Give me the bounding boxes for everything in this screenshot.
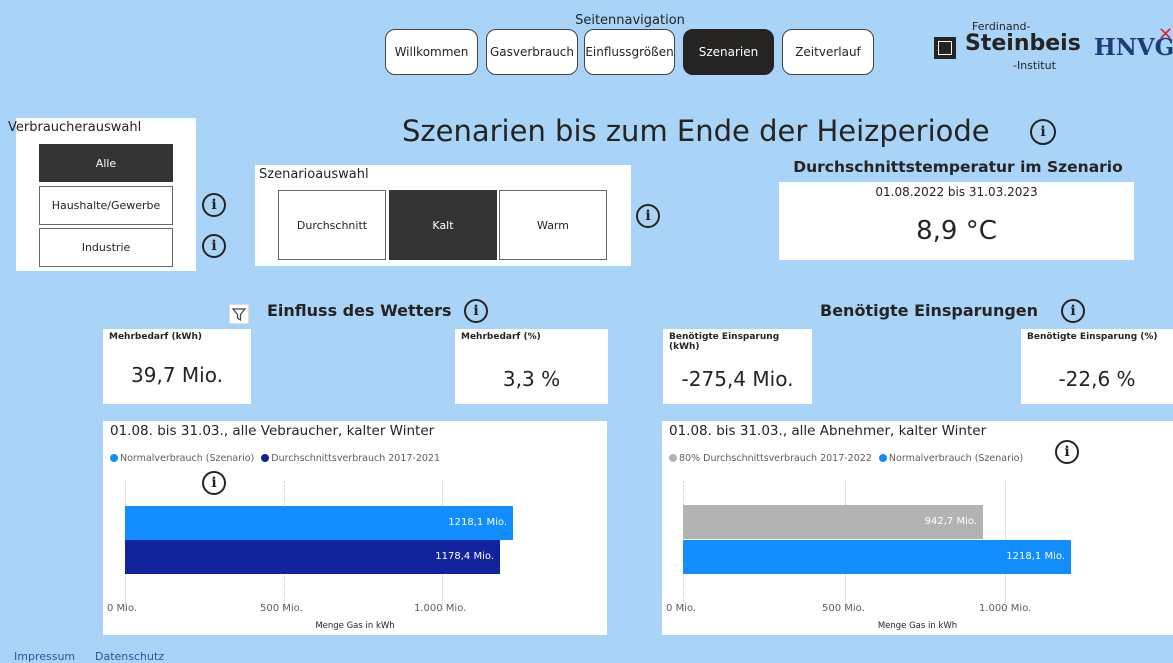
x-axis-title: Menge Gas in kWh <box>877 621 958 631</box>
info-icon[interactable]: i <box>202 193 226 217</box>
nav-button-gasverbrauch[interactable]: Gasverbrauch <box>486 29 578 75</box>
legend-item[interactable]: 80% Durchschnittsverbrauch 2017-2022 <box>669 453 872 464</box>
legend-label: Durchschnittsverbrauch 2017-2021 <box>271 453 441 464</box>
info-icon[interactable]: i <box>202 234 226 258</box>
kpi-label: Mehrbedarf (kWh) <box>109 332 203 342</box>
info-icon[interactable]: i <box>202 471 226 495</box>
page-title: Szenarien bis zum Ende der Heizperiode <box>402 114 990 148</box>
info-icon[interactable]: i <box>1055 440 1079 464</box>
legend-dot <box>261 453 270 462</box>
verbraucher-option-industrie[interactable]: Industrie <box>39 228 173 267</box>
kpi-einsparung-pct: Benötigte Einsparung (%) -22,6 % <box>1021 329 1173 404</box>
data-label: 1218,1 Mio. <box>448 517 507 528</box>
kpi-mehrbedarf-pct: Mehrbedarf (%) 3,3 % <box>455 329 608 404</box>
legend-dot <box>669 453 677 462</box>
nav-button-einflussgroessen[interactable]: Einflussgrößen <box>584 29 675 75</box>
legend-label: 80% Durchschnittsverbrauch 2017-2022 <box>679 453 872 464</box>
temperature-card: 01.08.2022 bis 31.03.2023 8,9 °C <box>779 182 1134 260</box>
info-icon[interactable]: i <box>1030 119 1056 145</box>
nav-button-willkommen[interactable]: Willkommen <box>385 29 478 75</box>
kpi-value: 39,7 Mio. <box>131 363 223 387</box>
kpi-mehrbedarf-kwh: Mehrbedarf (kWh) 39,7 Mio. <box>103 329 251 404</box>
verbraucher-option-haushalte[interactable]: Haushalte/Gewerbe <box>39 186 173 225</box>
szenario-title: Szenarioauswahl <box>259 167 369 182</box>
verbraucher-option-alle[interactable]: Alle <box>39 144 173 182</box>
kpi-value: 3,3 % <box>502 367 561 391</box>
chart-legend: 80% Durchschnittsverbrauch 2017-2022 Nor… <box>669 453 1023 464</box>
bar-80pct-durchschnitt[interactable]: 942,7 Mio. <box>683 505 983 539</box>
bar-durchschnittsverbrauch[interactable]: 1178,4 Mio. <box>125 540 500 574</box>
kpi-label: Benötigte Einsparung (kWh) <box>669 332 780 352</box>
szenario-option-durchschnitt[interactable]: Durchschnitt <box>278 190 386 260</box>
info-icon[interactable]: i <box>636 204 660 228</box>
data-label: 1178,4 Mio. <box>435 551 494 562</box>
x-tick-label: 0 Mio. <box>666 603 697 614</box>
legend-item[interactable]: Normalverbrauch (Szenario) <box>878 453 1024 464</box>
nav-button-szenarien[interactable]: Szenarien <box>683 29 774 75</box>
chart-title: 01.08. bis 31.03., alle Abnehmer, kalter… <box>669 423 987 439</box>
legend-label: Normalverbrauch (Szenario) <box>120 453 255 464</box>
nav-button-zeitverlauf[interactable]: Zeitverlauf <box>782 29 874 75</box>
impressum-link[interactable]: Impressum <box>14 650 75 663</box>
temperature-range: 01.08.2022 bis 31.03.2023 <box>875 185 1038 199</box>
chart-legend: Normalverbrauch (Szenario) Durchschnitts… <box>110 453 440 464</box>
info-icon[interactable]: i <box>464 299 488 323</box>
x-tick-label: 1.000 Mio. <box>979 603 1032 614</box>
szenario-option-warm[interactable]: Warm <box>499 190 607 260</box>
legend-label: Normalverbrauch (Szenario) <box>888 453 1024 464</box>
steinbeis-logo: Ferdinand- Steinbeis -Institut <box>932 18 1082 78</box>
x-tick-label: 1.000 Mio. <box>414 603 467 614</box>
temperature-title: Durchschnittstemperatur im Szenario <box>793 158 1123 176</box>
wetter-title: Einfluss des Wetters <box>267 301 452 320</box>
kpi-label: Benötigte Einsparung (%) <box>1027 332 1158 342</box>
verbraucher-title: Verbraucherauswahl <box>8 120 142 135</box>
datenschutz-link[interactable]: Datenschutz <box>95 650 164 663</box>
kpi-einsparung-kwh: Benötigte Einsparung (kWh) -275,4 Mio. <box>663 329 812 404</box>
nav-title: Seitennavigation <box>575 13 685 28</box>
x-tick-label: 500 Mio. <box>822 603 865 614</box>
data-label: 1218,1 Mio. <box>1006 551 1065 562</box>
info-icon[interactable]: i <box>1061 299 1085 323</box>
bar-normalverbrauch[interactable]: 1218,1 Mio. <box>683 540 1071 574</box>
hnvg-mark-icon: ✕ <box>1158 24 1173 45</box>
chart-wetter: 01.08. bis 31.03., alle Vebraucher, kalt… <box>103 421 607 635</box>
einsparungen-title: Benötigte Einsparungen <box>820 301 1039 320</box>
chart-einsparungen: 01.08. bis 31.03., alle Abnehmer, kalter… <box>662 421 1173 635</box>
x-tick-label: 500 Mio. <box>260 603 303 614</box>
temperature-value: 8,9 °C <box>916 216 997 246</box>
kpi-value: -22,6 % <box>1058 367 1136 391</box>
szenario-slicer: Szenarioauswahl Durchschnitt Kalt Warm <box>255 165 631 266</box>
data-label: 942,7 Mio. <box>924 516 977 527</box>
steinbeis-main-text: Steinbeis <box>965 31 1081 56</box>
steinbeis-emblem <box>934 37 956 59</box>
filter-icon[interactable] <box>229 304 249 324</box>
legend-item[interactable]: Durchschnittsverbrauch 2017-2021 <box>261 453 440 464</box>
szenario-option-kalt[interactable]: Kalt <box>389 190 497 260</box>
kpi-value: -275,4 Mio. <box>681 367 794 391</box>
verbraucher-slicer: Verbraucherauswahl Alle Haushalte/Gewerb… <box>8 118 196 271</box>
x-axis-title: Menge Gas in kWh <box>315 621 395 631</box>
x-tick-label: 0 Mio. <box>107 603 138 614</box>
chart-title: 01.08. bis 31.03., alle Vebraucher, kalt… <box>110 423 435 439</box>
legend-item[interactable]: Normalverbrauch (Szenario) <box>110 453 254 464</box>
legend-dot <box>878 453 887 462</box>
steinbeis-bottom-text: -Institut <box>1013 59 1056 72</box>
kpi-label: Mehrbedarf (%) <box>461 332 541 342</box>
legend-dot <box>110 453 118 462</box>
bar-normalverbrauch[interactable]: 1218,1 Mio. <box>125 506 513 540</box>
